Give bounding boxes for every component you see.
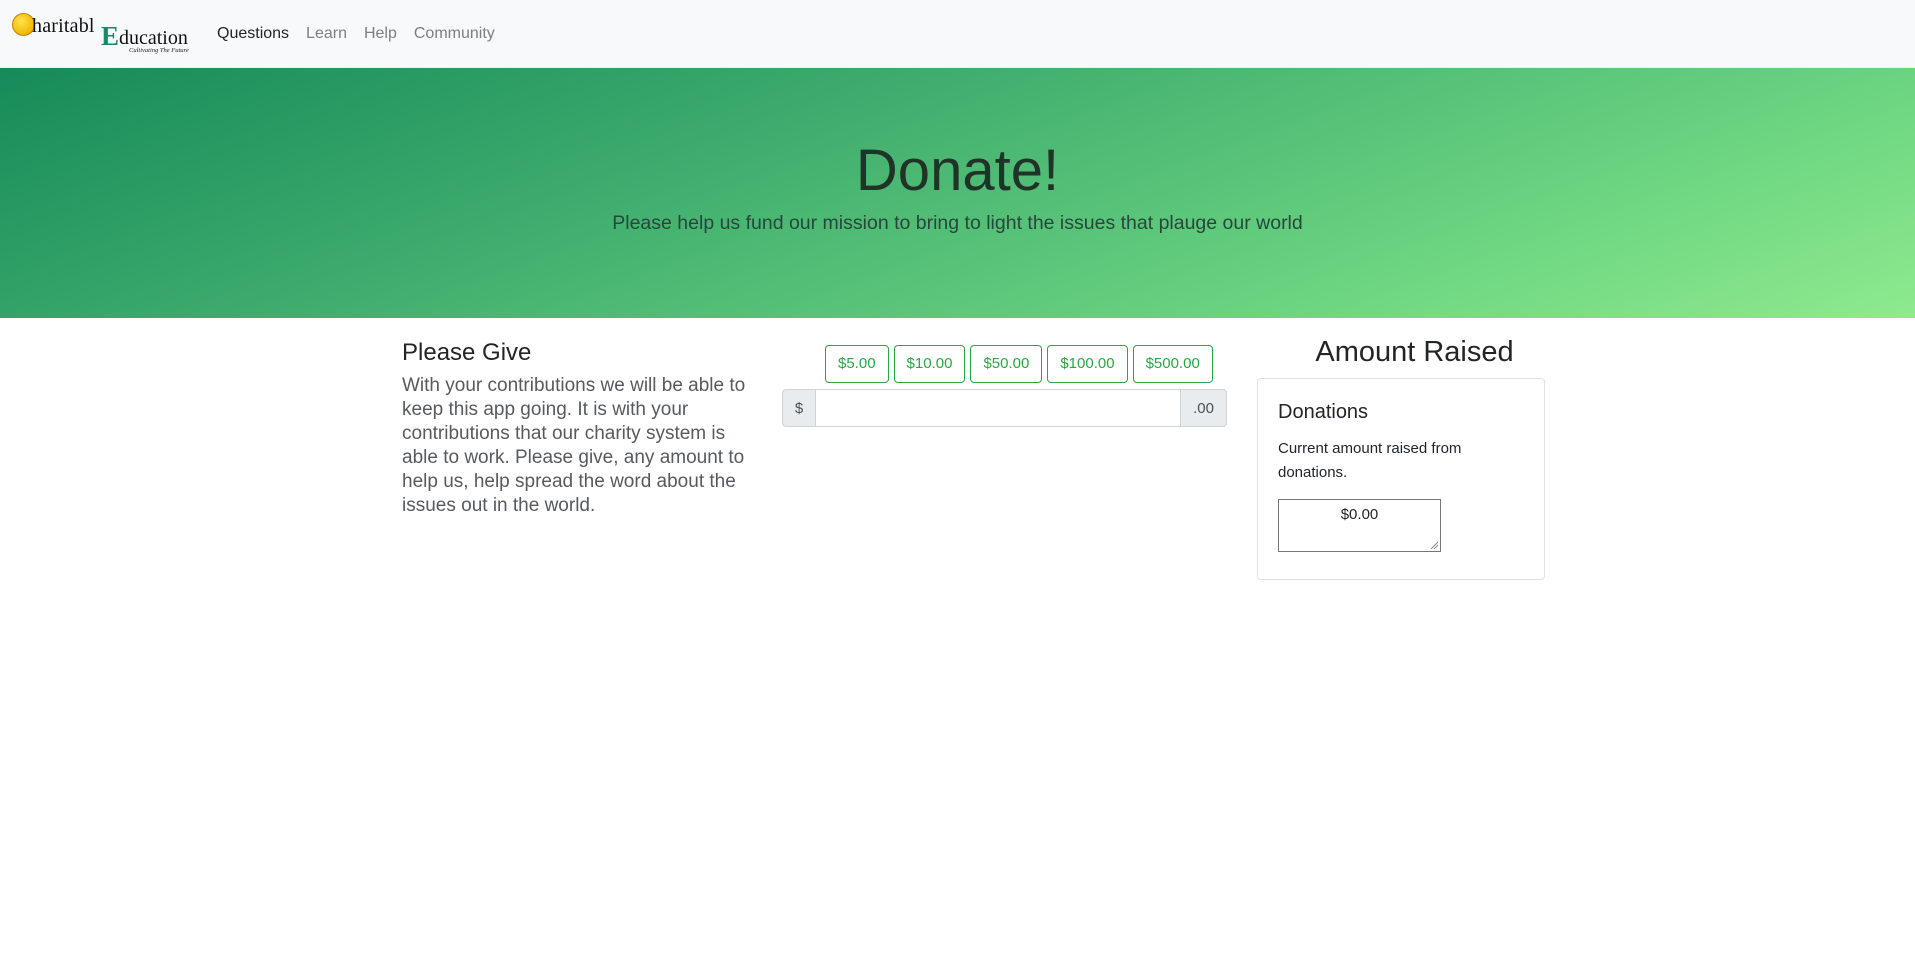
please-give-text: With your contributions we will be able … — [402, 375, 746, 516]
hero-title: Donate! — [855, 138, 1060, 203]
navbar: haritabl E ducation Cultivating The Futu… — [0, 0, 1915, 68]
brand-initial-e: E — [101, 21, 120, 51]
donations-card: Donations Current amount raised from don… — [1257, 378, 1545, 580]
amount-button-100[interactable]: $100.00 — [1047, 345, 1128, 383]
brand-word-charitable: haritabl — [32, 15, 95, 37]
cents-suffix: .00 — [1180, 389, 1227, 427]
amount-button-5[interactable]: $5.00 — [825, 345, 889, 383]
amount-raised-textarea[interactable]: $0.00 — [1278, 499, 1441, 552]
nav-link-community[interactable]: Community — [414, 24, 495, 44]
amount-button-500[interactable]: $500.00 — [1132, 345, 1213, 383]
donation-amount-input[interactable] — [816, 389, 1180, 427]
donations-card-text: Current amount raised from donations. — [1278, 440, 1462, 481]
please-give-heading: Please Give — [402, 339, 532, 366]
amount-button-50[interactable]: $50.00 — [970, 345, 1043, 383]
donations-card-title: Donations — [1278, 401, 1369, 423]
amount-button-10[interactable]: $10.00 — [893, 345, 966, 383]
brand-logo[interactable]: haritabl E ducation Cultivating The Futu… — [12, 10, 194, 58]
main-nav: Questions Learn Help Community — [217, 24, 512, 44]
brand-tagline: Cultivating The Future — [129, 47, 189, 54]
nav-link-questions[interactable]: Questions — [217, 24, 289, 44]
hero-subtitle: Please help us fund our mission to bring… — [612, 212, 1303, 234]
nav-link-help[interactable]: Help — [364, 24, 397, 44]
amount-button-group: $5.00 $10.00 $50.00 $100.00 $500.00 — [825, 345, 1213, 383]
resize-grip-icon[interactable] — [1430, 541, 1438, 549]
amount-raised-heading: Amount Raised — [1315, 336, 1514, 368]
donation-amount-group: $ .00 — [782, 389, 1227, 427]
hero-banner: Donate! Please help us fund our mission … — [0, 68, 1915, 318]
nav-link-learn[interactable]: Learn — [306, 24, 347, 44]
currency-prefix: $ — [782, 389, 816, 427]
amount-raised-value: $0.00 — [1340, 506, 1379, 523]
